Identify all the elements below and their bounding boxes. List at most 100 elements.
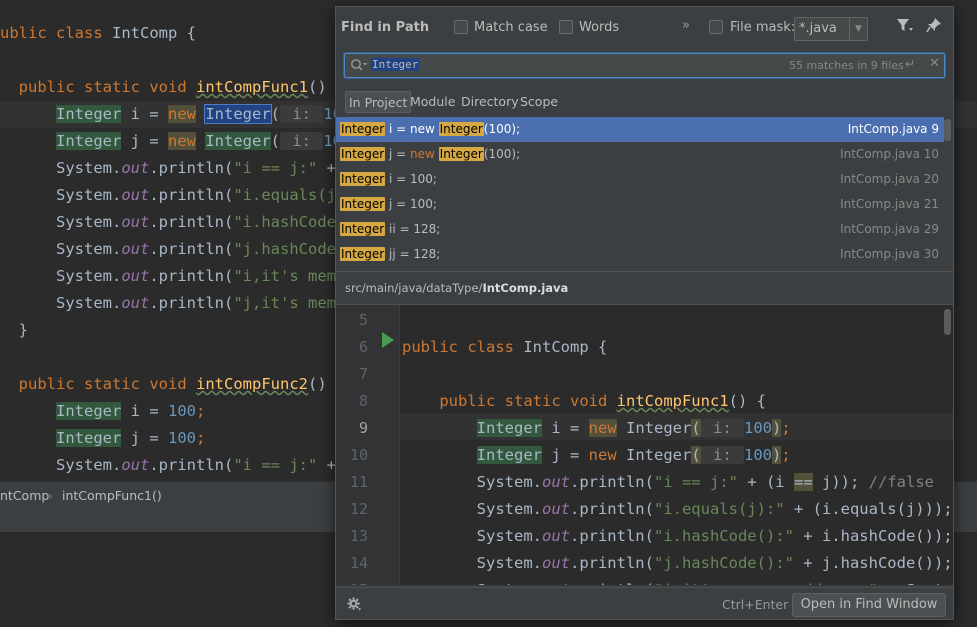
file-mask-combo[interactable]: *.java ▼ <box>794 17 868 41</box>
preview-scrollbar[interactable] <box>944 309 951 335</box>
code-token: ) <box>771 419 782 437</box>
code-token: Integer <box>56 402 122 420</box>
editor-line[interactable]: public static void intCompFunc2() { <box>0 371 346 398</box>
result-row[interactable]: Integer j = new Integer(100); IntComp.jav… <box>336 142 944 167</box>
run-icon[interactable] <box>382 332 394 348</box>
chevron-down-icon[interactable]: ▼ <box>849 18 867 40</box>
editor-line[interactable]: System.out.println("i == j:" + <box>0 452 336 478</box>
editor-line[interactable]: Integer i = 100; <box>0 398 205 425</box>
open-in-find-window-button[interactable]: Open in Find Window <box>792 593 946 617</box>
results-scrollbar[interactable] <box>944 119 951 141</box>
code-token: Integer <box>56 105 122 123</box>
preview-line[interactable]: System.out.println("i.equals(j):" + (i.e… <box>402 496 953 523</box>
code-token: "i.hashCode( <box>233 213 346 231</box>
code-token: + i.hashCode()); <box>793 527 953 545</box>
editor-line[interactable]: System.out.println("i,it's memo <box>0 263 345 290</box>
line-number: 15 <box>336 577 368 585</box>
code-token: + <box>317 159 336 177</box>
breadcrumb-method[interactable]: intCompFunc1() <box>62 482 162 509</box>
editor-line[interactable]: System.out.println("j,it's memo <box>0 290 345 317</box>
path-prefix: src/main/java/dataType/ <box>345 281 483 295</box>
result-row[interactable]: Integer j = 100; IntComp.java 21 <box>336 192 944 217</box>
code-token: .println( <box>569 527 654 545</box>
match-case-label[interactable]: Match case <box>474 20 548 35</box>
preview-line[interactable]: System.out.println("i.hashCode():" + i.h… <box>402 523 953 550</box>
code-token: jj = 128; <box>385 247 441 261</box>
more-options-icon[interactable]: » <box>682 18 690 33</box>
pin-icon[interactable] <box>926 17 942 37</box>
tab-in-project[interactable]: In Project <box>345 91 412 113</box>
file-mask-checkbox[interactable] <box>709 20 723 34</box>
words-label[interactable]: Words <box>579 20 619 35</box>
tab-scope[interactable]: Scope <box>517 91 561 113</box>
line-number: 5 <box>358 311 368 329</box>
newline-icon[interactable]: ↵ <box>905 57 915 71</box>
editor-line[interactable]: } <box>0 317 28 344</box>
code-token: .println( <box>569 500 654 518</box>
tab-directory[interactable]: Directory <box>458 91 522 113</box>
code-token: + (i <box>737 473 794 491</box>
find-footer: Ctrl+Enter Open in Find Window <box>336 587 953 619</box>
result-row[interactable]: Integer ii = 128; IntComp.java 29 <box>336 217 944 242</box>
result-file: IntComp.java 29 <box>840 222 939 236</box>
results-list[interactable]: Integer jj = 128; IntComp.java 30 Integer … <box>336 117 953 267</box>
preview-line[interactable]: System.out.println("j.hashCode():" + j.h… <box>402 550 953 577</box>
preview-line[interactable]: System.out.println("i == j:" + (i == j))… <box>402 469 934 496</box>
editor-line[interactable]: public static void intCompFunc1() { <box>0 74 346 101</box>
editor-line[interactable]: System.out.println("i.hashCode( <box>0 209 345 236</box>
preview-line[interactable]: public static void intCompFunc1() { <box>402 388 766 415</box>
code-token: "i,it's memory address:" <box>654 581 878 585</box>
code-token: out <box>542 581 570 585</box>
line-number: 6 <box>358 338 368 356</box>
line-number: 13 <box>349 527 368 545</box>
code-token: //false <box>868 473 934 491</box>
code-token: public <box>402 338 468 356</box>
breadcrumb-class[interactable]: ntComp <box>0 482 49 509</box>
editor-line[interactable]: System.out.println("i.equals(j) <box>0 182 345 209</box>
search-icon[interactable] <box>350 57 368 77</box>
editor-line[interactable]: Integer i = new Integer( i: 100) <box>0 101 361 128</box>
code-token: + <box>317 456 336 474</box>
code-token: System. <box>0 186 122 204</box>
result-row[interactable]: Integer jj = 128; IntComp.java 30 <box>336 242 944 267</box>
code-token: new <box>168 132 196 150</box>
code-token: public <box>0 375 84 393</box>
search-input[interactable]: Integer 55 matches in 9 files ↵ ✕ <box>344 53 945 78</box>
code-token: static <box>84 375 150 393</box>
code-token: 100 <box>168 402 196 420</box>
preview-line[interactable]: Integer j = new Integer( i: 100); <box>402 442 791 469</box>
code-preview[interactable]: 5 6 7 8 9 10 11 12 13 14 15 public class IntComp {… <box>336 305 953 585</box>
tab-module[interactable]: Module <box>407 91 458 113</box>
editor-line[interactable]: ublic class IntComp { <box>0 20 196 47</box>
code-token: ii = 128; <box>385 222 441 236</box>
preview-line[interactable]: System.out.println("i,it's memory addres… <box>402 577 953 585</box>
match-case-checkbox[interactable] <box>454 20 468 34</box>
clear-icon[interactable]: ✕ <box>929 56 940 71</box>
code-token: Integer <box>56 429 122 447</box>
editor-line[interactable]: System.out.println("j.hashCode( <box>0 236 345 263</box>
code-token: 100 <box>743 446 772 464</box>
result-row[interactable]: Integer i = 100; IntComp.java 20 <box>336 167 944 192</box>
code-token: out <box>121 159 150 177</box>
editor-line[interactable]: Integer j = 100; <box>0 425 205 452</box>
code-token: 100 <box>168 429 196 447</box>
filter-icon[interactable] <box>896 17 914 37</box>
preview-line[interactable]: Integer i = new Integer( i: 100); <box>402 415 791 442</box>
file-mask-value: *.java <box>799 21 837 36</box>
file-mask-label[interactable]: File mask: <box>730 20 795 35</box>
gear-icon[interactable] <box>347 597 362 615</box>
words-checkbox[interactable] <box>559 20 573 34</box>
result-row[interactable]: Integer i = new Integer(100); IntComp.jav… <box>336 117 944 142</box>
code-token: System. <box>0 159 122 177</box>
preview-line[interactable]: public class IntComp { <box>402 334 607 361</box>
code-token: j = 100; <box>385 197 437 211</box>
editor-line[interactable]: Integer j = new Integer( i: 100) <box>0 128 361 155</box>
editor-line[interactable]: System.out.println("i == j:" + <box>0 155 336 182</box>
